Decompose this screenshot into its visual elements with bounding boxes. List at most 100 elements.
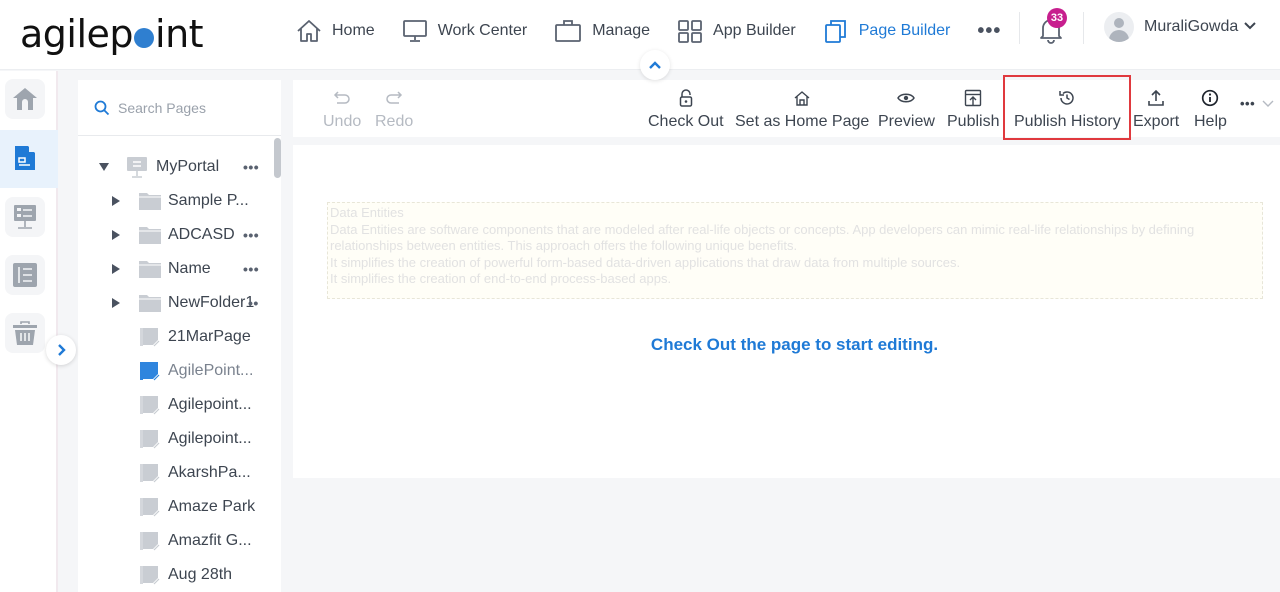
publish-history-button[interactable]: Publish History [1014,80,1121,137]
folder-icon [139,193,161,210]
user-name[interactable]: MuraliGowda [1144,18,1238,36]
folder-icon [139,227,161,244]
tree-folder[interactable]: NewFolder1 •• [78,286,278,320]
entity-line: Data Entities are software components th… [330,221,1195,237]
caret-right-icon[interactable] [111,230,121,240]
collapse-header-button[interactable] [640,50,670,80]
logo-text-start: agilep [20,12,134,56]
publish-button[interactable]: Publish [947,80,999,137]
avatar[interactable] [1104,12,1134,42]
tree-folder[interactable]: Sample P... [78,184,278,218]
page-label: Aug 28th [168,566,233,583]
home-icon [794,91,810,106]
tree-page[interactable]: AkarshPa... [78,456,278,490]
export-button[interactable]: Export [1133,80,1179,137]
chevron-down-icon [1262,100,1274,107]
rail-list[interactable] [5,255,45,295]
nav-app-builder[interactable]: App Builder [677,19,796,43]
redo-label: Redo [375,113,414,130]
eye-icon [897,93,916,103]
header-divider [1083,12,1084,44]
undo-button[interactable]: Undo [323,80,361,137]
folder-icon [139,295,161,312]
history-icon [1059,91,1075,105]
folder-label: NewFolder1 [168,294,255,311]
folder-label: ADCASD [168,226,235,243]
tree-page[interactable]: Agilepoint... [78,422,278,456]
publish-icon [965,89,982,107]
caret-right-icon[interactable] [111,264,121,274]
tree-page[interactable]: Amaze Park [78,490,278,524]
rail-home[interactable] [5,79,45,119]
page-icon [140,362,160,381]
pages-tree-panel: MyPortal ••• Sample P... ADCASD ••• Name… [78,80,281,592]
page-label: 21MarPage [168,328,251,345]
expand-rail-button[interactable] [46,335,76,365]
monitor-icon [402,20,427,42]
more-options-icon[interactable]: •• [248,295,259,311]
tree-page[interactable]: Agilepoint... [78,388,278,422]
tree-folder[interactable]: Name ••• [78,252,278,286]
help-label: Help [1194,113,1227,130]
more-dots-icon: ••• [1240,96,1256,111]
tree-page[interactable]: Aug 28th [78,558,278,592]
chevron-right-icon [58,344,66,356]
undo-icon [334,91,350,104]
entity-line: relationships between entities. This app… [330,238,798,253]
help-button[interactable]: Help [1194,80,1227,137]
nav-work-center[interactable]: Work Center [402,19,527,43]
folder-icon [139,261,161,278]
preview-label: Preview [878,113,935,130]
page-label: AkarshPa... [168,464,251,481]
folder-label: Name [168,260,211,277]
notification-badge: 33 [1047,8,1067,28]
export-label: Export [1133,113,1180,130]
list-icon [13,263,37,287]
tree-page[interactable]: 21MarPage [78,320,278,354]
search-pages-input[interactable] [118,99,268,116]
lock-icon [679,89,693,107]
entity-line: It simplifies the creation of end-to-end… [330,271,672,286]
rail-portal[interactable] [5,197,45,237]
nav-home[interactable]: Home [296,19,375,43]
logo-dot [134,28,155,48]
folder-label: Sample P... [168,192,249,209]
preview-button[interactable]: Preview [878,80,935,137]
page-label: AgilePoint... [168,362,254,379]
check-out-label: Check Out [648,113,724,130]
redo-button[interactable]: Redo [375,80,413,137]
nav-page-builder[interactable]: Page Builder [823,18,951,44]
rail-pages[interactable] [5,138,45,178]
nav-manage[interactable]: Manage [554,19,650,43]
nav-page-builder-label: Page Builder [858,22,951,39]
page-icon [140,566,160,585]
chevron-down-icon[interactable] [1243,20,1257,32]
rail-trash[interactable] [5,313,45,353]
page-label: Amazfit G... [168,532,252,549]
nav-more-button[interactable]: ••• [977,20,1001,43]
tree-page[interactable]: Amazfit G... [78,524,278,558]
caret-down-icon[interactable] [99,162,109,172]
agilepoint-logo[interactable]: agilep int [20,12,204,56]
left-rail [0,71,58,592]
tree-folder[interactable]: ADCASD ••• [78,218,278,252]
search-pages [78,80,281,136]
portal-icon [127,157,147,178]
caret-right-icon[interactable] [111,196,121,206]
main-nav: Home Work Center Manage App Builder Page… [296,14,1028,48]
page-label: Amaze Park [168,498,256,515]
check-out-button[interactable]: Check Out [648,80,724,137]
briefcase-icon [555,20,582,42]
page-tree: MyPortal ••• Sample P... ADCASD ••• Name… [78,150,278,592]
toolbar-overflow-button[interactable]: ••• [1240,96,1275,111]
more-options-icon[interactable]: ••• [243,227,259,243]
tree-root-myportal[interactable]: MyPortal ••• [78,150,278,184]
page-toolbar: Undo Redo Check Out Set as Home Page Pre… [293,80,1280,137]
tree-page-selected[interactable]: AgilePoint... [78,354,278,388]
caret-right-icon[interactable] [111,298,121,308]
header-divider [1019,12,1020,44]
set-home-page-button[interactable]: Set as Home Page [735,80,869,137]
more-options-icon[interactable]: ••• [243,159,259,175]
more-options-icon[interactable]: ••• [243,261,259,277]
tree-scrollbar[interactable] [274,138,281,178]
